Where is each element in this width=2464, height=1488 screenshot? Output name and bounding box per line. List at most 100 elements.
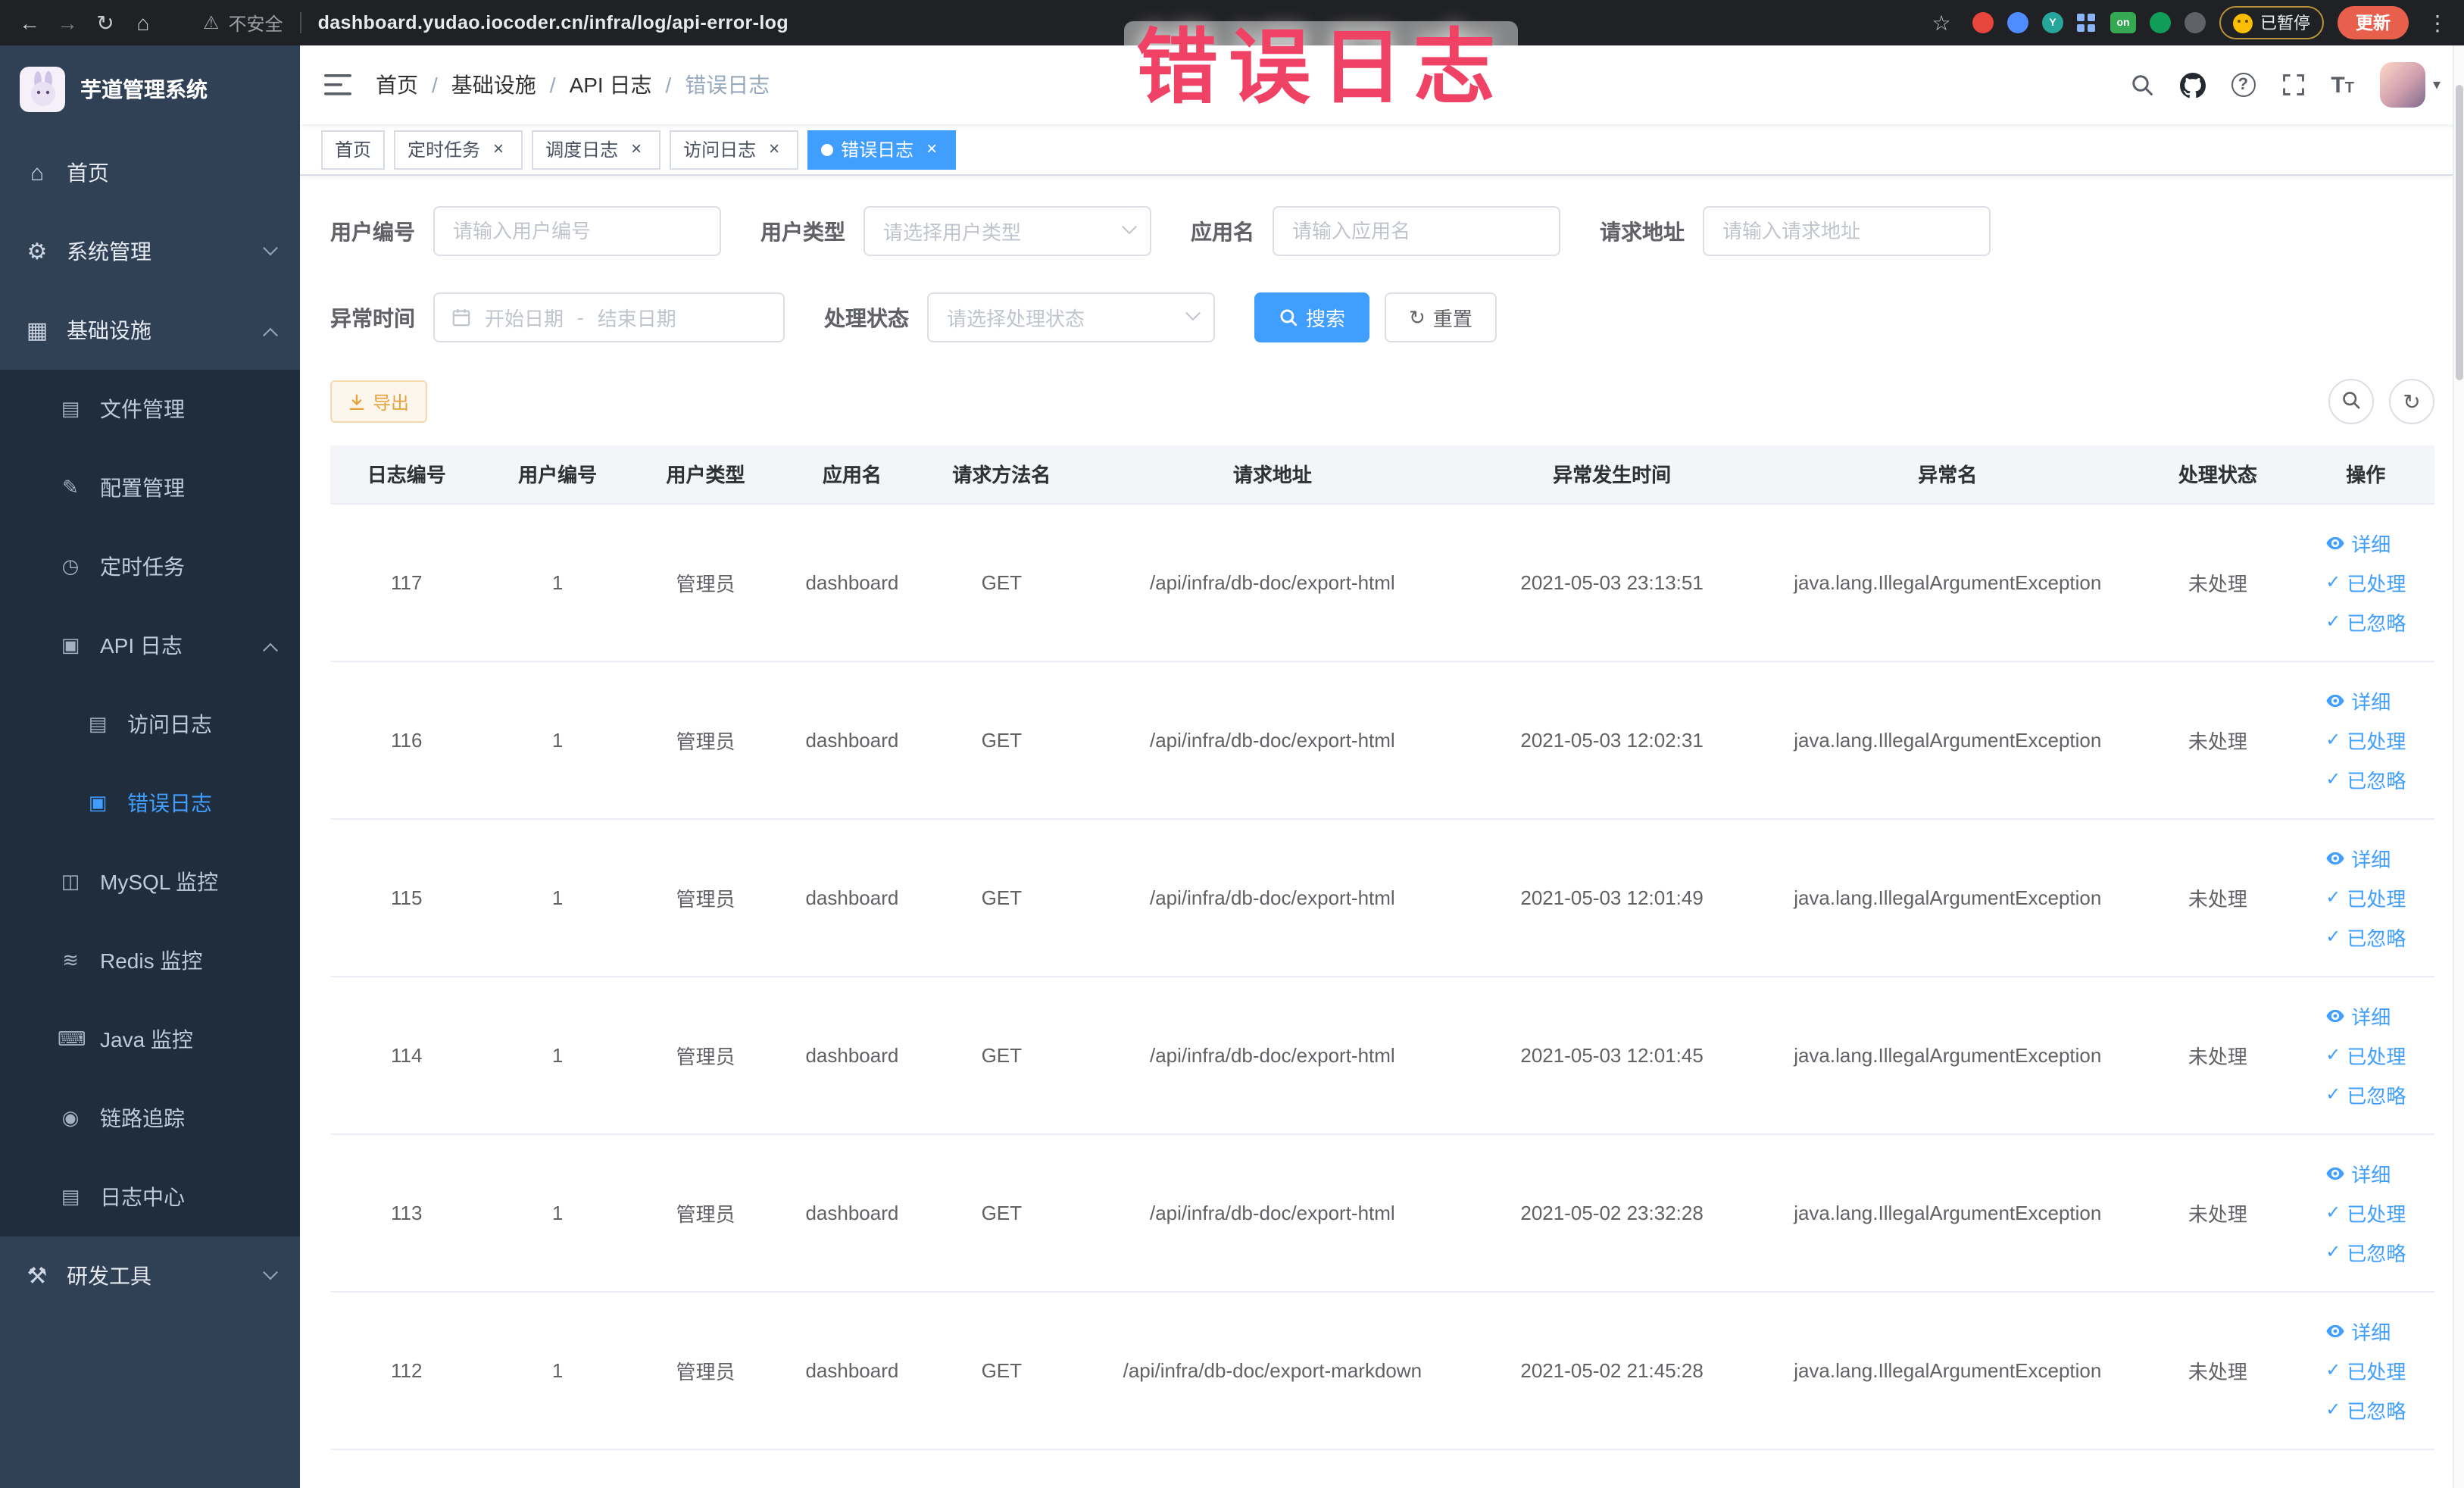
sidebar-item-scheduled-jobs[interactable]: ◷ 定时任务	[0, 527, 300, 606]
mark-ignored-link[interactable]: ✓ 已忽略	[2325, 1237, 2406, 1266]
tab-scheduled-jobs[interactable]: 定时任务 ×	[394, 130, 523, 169]
cell-user-id: 1	[482, 1291, 632, 1449]
mark-processed-link[interactable]: ✓ 已处理	[2325, 1040, 2406, 1069]
fullscreen-icon[interactable]	[2281, 73, 2305, 97]
tab-access-log[interactable]: 访问日志 ×	[670, 130, 799, 169]
search-button[interactable]: 搜索	[1254, 292, 1370, 342]
mark-processed-link[interactable]: ✓ 已处理	[2325, 1355, 2406, 1384]
mark-processed-link[interactable]: ✓ 已处理	[2325, 1198, 2406, 1227]
request-url-input[interactable]	[1703, 206, 1991, 256]
detail-link[interactable]: 详细	[2325, 843, 2391, 872]
detail-link[interactable]: 详细	[2325, 686, 2391, 714]
mark-ignored-link[interactable]: ✓ 已忽略	[2325, 764, 2406, 793]
detail-link[interactable]: 详细	[2325, 528, 2391, 557]
table-row[interactable]: 113 1 管理员 dashboard GET /api/infra/db-do…	[330, 1133, 2434, 1292]
help-icon[interactable]: ?	[2231, 73, 2256, 97]
toggle-search-button[interactable]	[2328, 379, 2374, 424]
close-icon[interactable]: ×	[488, 138, 509, 160]
extension-icon-blue-drop[interactable]	[2007, 12, 2028, 33]
browser-reload-button[interactable]: ↻	[88, 5, 123, 40]
process-status-select[interactable]: 请选择处理状态	[927, 292, 1215, 342]
cell-log-id: 116	[330, 661, 483, 819]
refresh-table-button[interactable]: ↻	[2389, 379, 2434, 424]
table-row[interactable]: 114 1 管理员 dashboard GET /api/infra/db-do…	[330, 976, 2434, 1134]
sidebar-item-system-mgmt[interactable]: ⚙ 系统管理	[0, 212, 300, 291]
cell-status: 未处理	[2138, 503, 2297, 661]
user-menu[interactable]: ▾	[2379, 62, 2441, 108]
detail-link[interactable]: 详细	[2325, 1158, 2391, 1187]
breadcrumb-separator: /	[665, 73, 672, 97]
extension-icon-teal[interactable]: Y	[2042, 12, 2063, 33]
extension-icon-green[interactable]	[2150, 12, 2171, 33]
breadcrumb-item-infrastructure[interactable]: 基础设施	[451, 70, 536, 100]
app-name-input[interactable]	[1273, 206, 1560, 256]
chevron-up-icon	[263, 327, 278, 342]
table-row[interactable]: 116 1 管理员 dashboard GET /api/infra/db-do…	[330, 661, 2434, 819]
mark-processed-link[interactable]: ✓ 已处理	[2325, 725, 2406, 754]
mark-processed-link[interactable]: ✓ 已处理	[2325, 567, 2406, 596]
browser-menu-icon[interactable]: ⋮	[2422, 10, 2453, 36]
col-exception-name: 异常名	[1757, 445, 2139, 504]
sidebar-item-redis-monitor[interactable]: ≋ Redis 监控	[0, 921, 300, 1000]
github-icon[interactable]	[2179, 72, 2206, 98]
mark-ignored-link[interactable]: ✓ 已忽略	[2325, 922, 2406, 951]
browser-update-button[interactable]: 更新	[2338, 6, 2409, 39]
breadcrumb-item-home[interactable]: 首页	[376, 70, 418, 100]
app-logo[interactable]: 芋道管理系统	[0, 45, 300, 133]
sidebar-item-config-mgmt[interactable]: ✎ 配置管理	[0, 449, 300, 527]
tab-error-log[interactable]: 错误日志 ×	[807, 130, 957, 169]
close-icon[interactable]: ×	[764, 138, 785, 160]
sidebar-item-log-center[interactable]: ▤ 日志中心	[0, 1158, 300, 1236]
close-icon[interactable]: ×	[626, 138, 647, 160]
close-icon[interactable]: ×	[921, 138, 942, 160]
table-row[interactable]: 117 1 管理员 dashboard GET /api/infra/db-do…	[330, 503, 2434, 661]
sidebar-item-dev-tools[interactable]: ⚒ 研发工具	[0, 1236, 300, 1315]
export-button[interactable]: 导出	[330, 380, 428, 423]
sidebar-item-api-log[interactable]: ▣ API 日志	[0, 606, 300, 685]
user-id-input[interactable]	[433, 206, 721, 256]
request-url-label: 请求地址	[1600, 219, 1685, 243]
sidebar-item-access-log[interactable]: ▤ 访问日志	[0, 685, 300, 764]
sidebar-item-java-monitor[interactable]: ⌨ Java 监控	[0, 1000, 300, 1079]
sidebar-item-tracing[interactable]: ◉ 链路追踪	[0, 1079, 300, 1158]
sidebar-toggle-button[interactable]	[324, 73, 351, 97]
font-size-icon[interactable]: T T	[2331, 73, 2354, 96]
cell-user-id: 1	[482, 818, 632, 977]
tab-home[interactable]: 首页	[321, 130, 386, 169]
extension-icon-red[interactable]	[1972, 12, 1994, 33]
scrollbar-thumb[interactable]	[2456, 85, 2463, 380]
sidebar-item-label: Java 监控	[100, 1027, 193, 1052]
mark-processed-link[interactable]: ✓ 已处理	[2325, 883, 2406, 911]
search-icon[interactable]	[2129, 73, 2153, 97]
sidebar-item-label: Redis 监控	[100, 949, 203, 973]
breadcrumb-item-api-log[interactable]: API 日志	[570, 70, 652, 100]
sidebar-item-infrastructure[interactable]: ▦ 基础设施	[0, 291, 300, 370]
mark-ignored-link[interactable]: ✓ 已忽略	[2325, 1080, 2406, 1108]
mark-ignored-link[interactable]: ✓ 已忽略	[2325, 1395, 2406, 1424]
sidebar-item-error-log[interactable]: ▣ 错误日志	[0, 764, 300, 842]
tab-schedule-log[interactable]: 调度日志 ×	[532, 130, 661, 169]
user-type-select[interactable]: 请选择用户类型	[863, 206, 1151, 256]
browser-back-button[interactable]: ←	[12, 5, 47, 40]
address-bar[interactable]: dashboard.yudao.iocoder.cn/infra/log/api…	[318, 12, 789, 33]
browser-forward-button[interactable]: →	[50, 5, 85, 40]
extension-icon-on[interactable]: on	[2110, 12, 2136, 33]
paused-badge-label: 已暂停	[2260, 15, 2310, 33]
browser-home-button[interactable]: ⌂	[126, 5, 161, 40]
table-row[interactable]: 115 1 管理员 dashboard GET /api/infra/db-do…	[330, 818, 2434, 977]
detail-link[interactable]: 详细	[2325, 1001, 2391, 1030]
paused-badge[interactable]: 已暂停	[2219, 6, 2324, 39]
sidebar-item-mysql-monitor[interactable]: ◫ MySQL 监控	[0, 842, 300, 921]
mark-ignored-link[interactable]: ✓ 已忽略	[2325, 607, 2406, 636]
reset-button[interactable]: ↻ 重置	[1385, 292, 1497, 342]
detail-link[interactable]: 详细	[2325, 1316, 2391, 1345]
extension-icon-grid[interactable]	[2077, 13, 2097, 33]
table-row[interactable]: 112 1 管理员 dashboard GET /api/infra/db-do…	[330, 1291, 2434, 1449]
sidebar-item-file-mgmt[interactable]: ▤ 文件管理	[0, 370, 300, 449]
filter-user-type: 用户类型 请选择用户类型	[760, 206, 1151, 256]
sidebar-item-home[interactable]: ⌂ 首页	[0, 133, 300, 212]
extension-icon-dark[interactable]	[2184, 12, 2206, 33]
site-security-indicator[interactable]: ⚠ 不安全	[203, 10, 283, 36]
bookmark-star-icon[interactable]: ☆	[1924, 5, 1959, 40]
date-range-picker[interactable]: 开始日期 - 结束日期	[433, 292, 785, 342]
